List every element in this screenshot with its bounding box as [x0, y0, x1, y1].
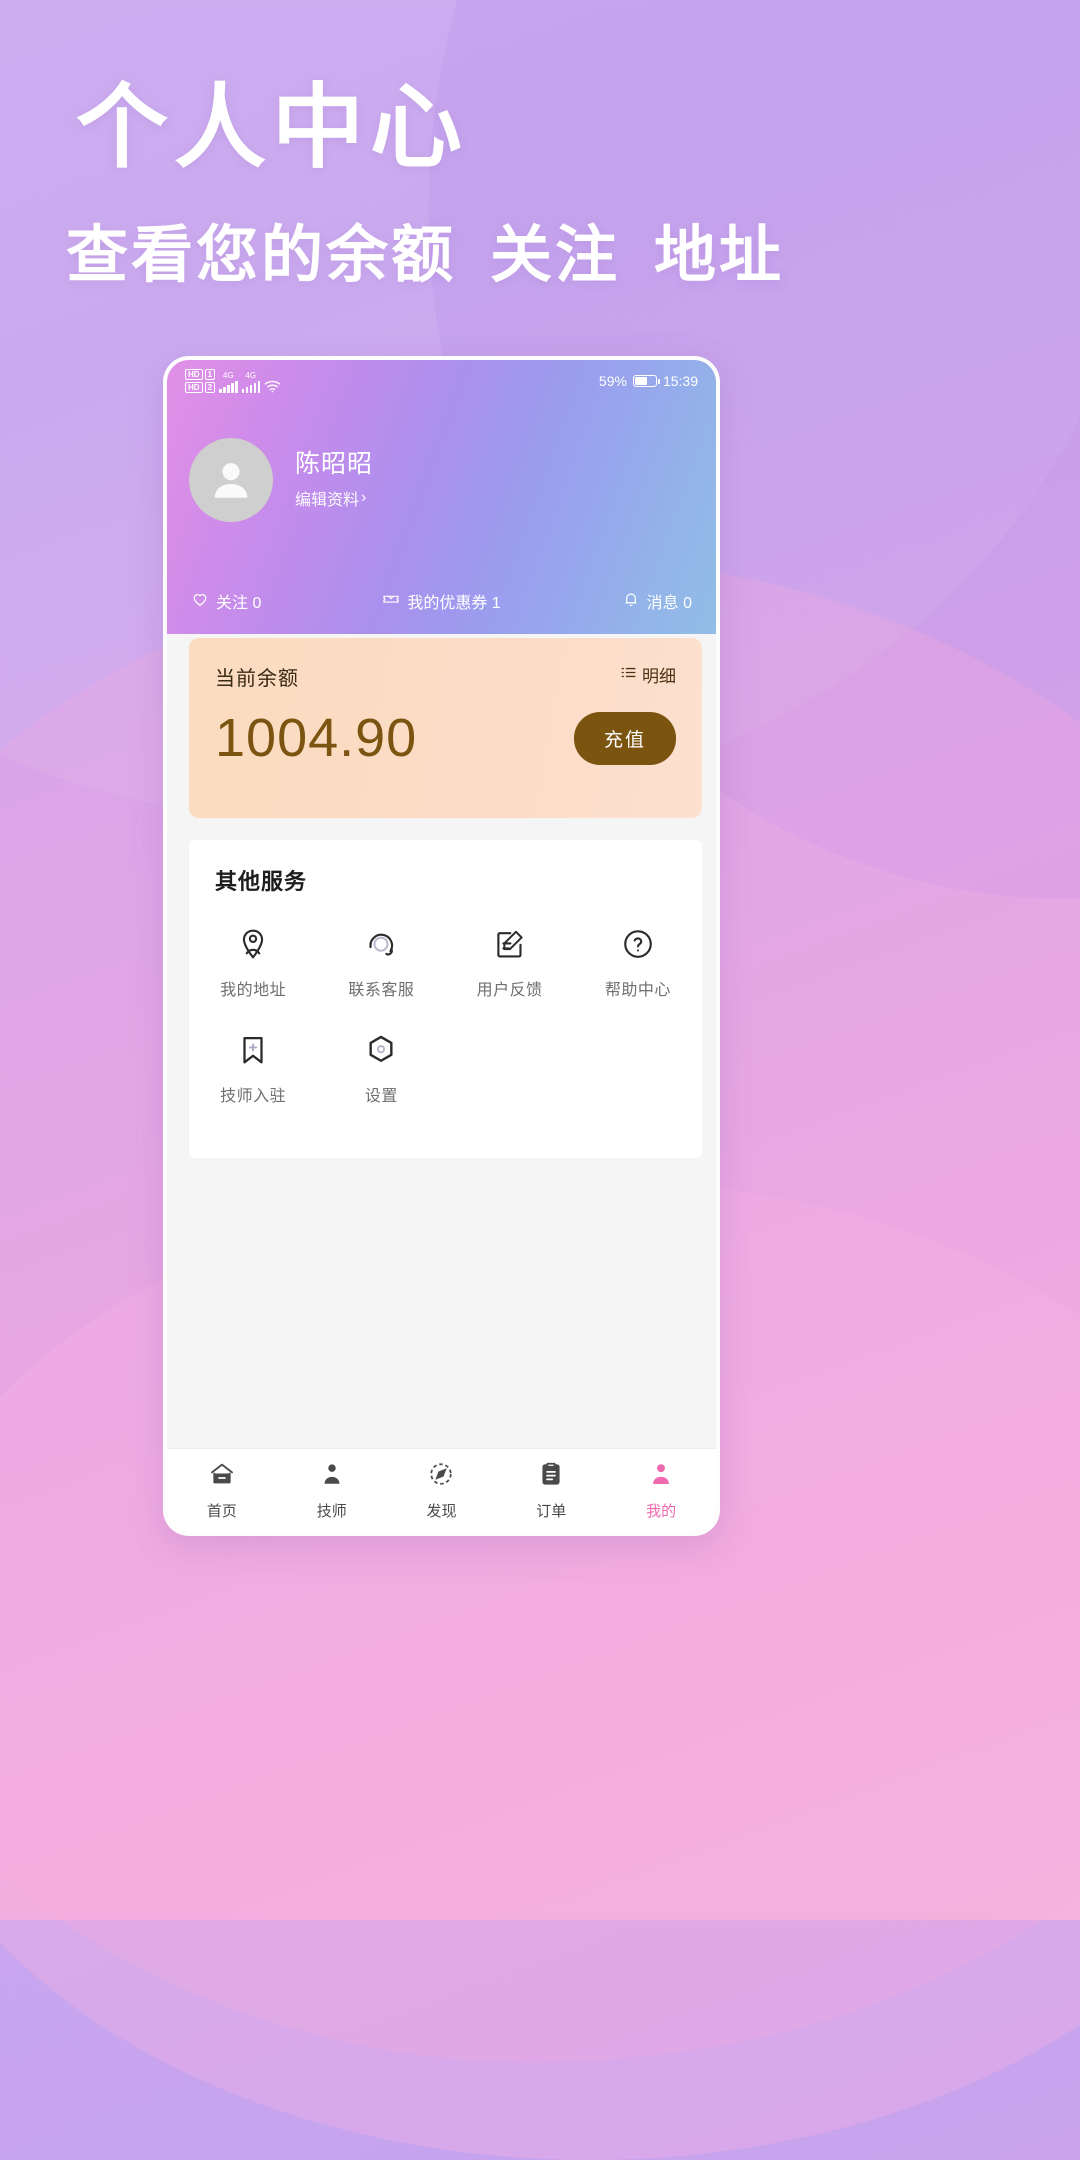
edit-profile-link[interactable]: 编辑资料 › [295, 486, 373, 510]
service-item-contact-support[interactable]: 联系客服 [317, 922, 445, 1000]
location-pin-person-icon [236, 922, 270, 966]
person-avatar-icon [214, 463, 248, 498]
avatar[interactable] [189, 438, 273, 522]
balance-card-top: 当前余额 明细 [215, 662, 676, 691]
stat-coupons[interactable]: 我的优惠券 1 [261, 589, 621, 613]
battery-icon [632, 375, 660, 387]
service-item-settings[interactable]: 设置 [317, 1028, 445, 1106]
signal-group-1: 4G [219, 372, 238, 393]
home-icon [208, 1460, 236, 1493]
service-item-user-feedback[interactable]: 用户反馈 [446, 922, 574, 1000]
balance-amount: 1004.90 [215, 708, 418, 768]
other-services-grid: 我的地址 联系客服 用户反馈 帮助中心 技师入驻 设置 [189, 922, 702, 1134]
tab-label: 技师 [316, 1503, 347, 1520]
tab-discover[interactable]: 发现 [387, 1460, 497, 1521]
chevron-right-icon: › [361, 488, 367, 506]
promo-subtitle: 查看您的余额 关注 地址 [66, 225, 784, 287]
other-services-title: 其他服务 [215, 869, 308, 894]
ticket-icon [382, 590, 400, 613]
profile-name: 陈昭昭 [295, 450, 374, 479]
profile-block[interactable]: 陈昭昭 编辑资料 › [189, 438, 373, 522]
tab-technician[interactable]: 技师 [277, 1460, 387, 1521]
profile-stats-row: 关注 0 我的优惠券 1 消息 0 [167, 578, 716, 624]
clock-label: 15:39 [662, 373, 698, 389]
bookmark-plus-icon [236, 1028, 270, 1072]
stat-following-label: 关注 0 [216, 595, 262, 612]
stat-coupons-label: 我的优惠券 1 [407, 595, 501, 612]
bell-icon [622, 590, 640, 613]
status-bar-left: HD 1 HD 2 4G 4G [185, 369, 281, 393]
balance-label: 当前余额 [215, 668, 299, 690]
network-type-1: 4G [222, 371, 234, 380]
service-item-help-center[interactable]: 帮助中心 [574, 922, 702, 1000]
profile-text: 陈昭昭 编辑资料 › [295, 450, 373, 510]
sim-1-icon: 1 [204, 369, 216, 380]
edit-note-icon [493, 922, 527, 966]
service-label: 我的地址 [220, 982, 287, 999]
status-bar: HD 1 HD 2 4G 4G 59% 15:39 [167, 360, 716, 402]
stat-following[interactable]: 关注 0 [191, 589, 261, 613]
battery-percent-label: 59% [598, 373, 627, 389]
promo-subtitle-part-2: 关注 [490, 221, 621, 290]
other-services-panel: 其他服务 我的地址 联系客服 用户反馈 帮助中心 技师入驻 设置 [189, 840, 702, 1158]
balance-card-bottom: 1004.90 充值 [215, 711, 676, 765]
discover-icon [427, 1460, 455, 1493]
phone-mockup: HD 1 HD 2 4G 4G 59% 15:39 陈昭昭 编辑资料 › 关注 … [163, 356, 720, 1536]
wifi-icon [264, 380, 281, 393]
service-item-my-address[interactable]: 我的地址 [189, 922, 317, 1000]
hd-badge-2-icon: HD [185, 382, 203, 393]
technician-icon [318, 1460, 346, 1493]
network-type-2: 4G [245, 371, 257, 380]
bottom-tab-bar: 首页 技师 发现 订单 我的 [167, 1448, 716, 1532]
list-icon [620, 664, 637, 686]
signal-bars-2-icon [241, 381, 261, 393]
tab-home[interactable]: 首页 [167, 1460, 277, 1521]
heart-icon [191, 590, 209, 613]
tab-label: 我的 [646, 1503, 677, 1520]
tab-orders[interactable]: 订单 [496, 1460, 606, 1521]
service-label: 联系客服 [348, 982, 415, 999]
signal-bars-1-icon [219, 381, 238, 393]
hd-badges: HD 1 HD 2 [185, 369, 216, 393]
phone-screen: HD 1 HD 2 4G 4G 59% 15:39 陈昭昭 编辑资料 › 关注 … [167, 360, 716, 1532]
balance-detail-label: 明细 [642, 667, 676, 686]
headset-support-icon [364, 922, 398, 966]
service-item-technician-join[interactable]: 技师入驻 [189, 1028, 317, 1106]
hd-badge-1-icon: HD [185, 369, 203, 380]
balance-card: 当前余额 明细 1004.90 充值 [189, 638, 702, 818]
service-label: 用户反馈 [476, 982, 543, 999]
service-label: 设置 [364, 1088, 398, 1105]
sim-2-icon: 2 [204, 382, 216, 393]
question-circle-icon [621, 922, 655, 966]
profile-person-icon [647, 1460, 675, 1493]
tab-label: 首页 [206, 1503, 237, 1520]
edit-profile-label: 编辑资料 [295, 491, 360, 509]
tab-label: 订单 [536, 1503, 567, 1520]
stat-messages[interactable]: 消息 0 [622, 589, 692, 613]
order-clipboard-icon [537, 1460, 565, 1493]
stat-messages-label: 消息 0 [646, 595, 692, 612]
service-label: 帮助中心 [604, 982, 671, 999]
promo-subtitle-part-1: 查看您的余额 [66, 221, 457, 290]
service-label: 技师入驻 [220, 1088, 287, 1105]
promo-title: 个人中心 [76, 77, 469, 179]
signal-group-2: 4G [241, 371, 261, 393]
promo-subtitle-part-3: 地址 [654, 221, 785, 290]
topup-button[interactable]: 充值 [573, 711, 676, 765]
tab-label: 发现 [426, 1503, 457, 1520]
tab-profile[interactable]: 我的 [606, 1460, 716, 1521]
balance-detail-link[interactable]: 明细 [620, 662, 676, 687]
status-bar-right: 59% 15:39 [599, 373, 698, 389]
hexagon-gear-icon [364, 1028, 398, 1072]
